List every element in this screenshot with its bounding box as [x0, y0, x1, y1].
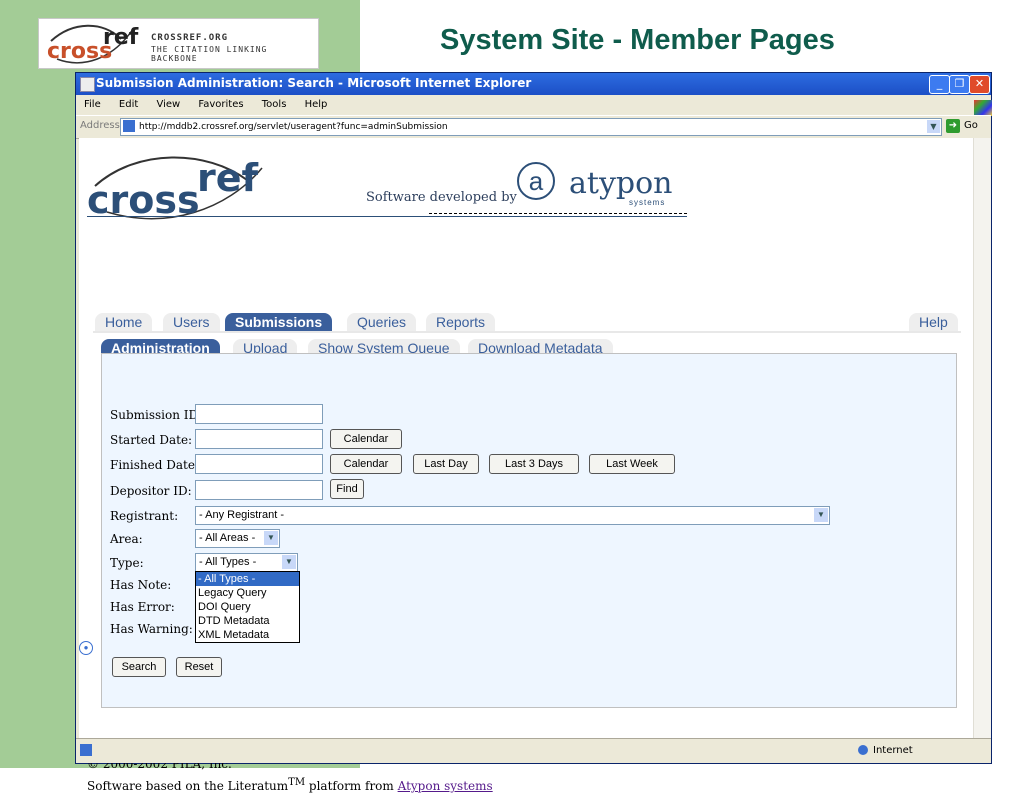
ie-window-icon: [80, 77, 95, 92]
type-value: - All Types -: [199, 556, 257, 568]
type-label: Type:: [110, 556, 144, 570]
search-button[interactable]: Search: [112, 657, 166, 677]
atypon-mark-icon: a: [517, 162, 555, 200]
last-3-days-button[interactable]: Last 3 Days: [489, 454, 579, 474]
started-date-input[interactable]: [195, 429, 323, 449]
depositor-id-input[interactable]: [195, 480, 323, 500]
ie-window: Submission Administration: Search - Micr…: [75, 72, 992, 793]
chevron-down-icon: ▼: [282, 555, 296, 569]
type-option-all[interactable]: - All Types -: [196, 572, 299, 586]
tab-help[interactable]: Help: [909, 313, 958, 331]
has-warning-label: Has Warning:: [110, 622, 193, 636]
tab-submissions[interactable]: Submissions: [225, 313, 333, 331]
submission-id-input[interactable]: [195, 404, 323, 424]
maximize-icon[interactable]: ❐: [949, 75, 970, 94]
atypon-text: atypon: [569, 166, 673, 201]
address-label: Address: [80, 120, 120, 131]
started-calendar-button[interactable]: Calendar: [330, 429, 402, 449]
depositor-id-label: Depositor ID:: [110, 484, 192, 498]
atypon-systems-text: systems: [629, 198, 666, 207]
menu-bar: File Edit View Favorites Tools Help: [76, 95, 992, 116]
chevron-down-icon: ▼: [814, 508, 828, 522]
finished-date-input[interactable]: [195, 454, 323, 474]
menu-file[interactable]: File: [84, 99, 101, 110]
brand-dot-line: [429, 213, 687, 214]
close-icon[interactable]: ✕: [969, 75, 990, 94]
type-option-xml-metadata[interactable]: XML Metadata: [196, 628, 299, 642]
go-label[interactable]: Go: [964, 120, 978, 131]
registrant-select[interactable]: - Any Registrant - ▼: [195, 506, 830, 525]
tab-queries[interactable]: Queries: [347, 313, 417, 331]
has-error-label: Has Error:: [110, 600, 175, 614]
type-option-dtd-metadata[interactable]: DTD Metadata: [196, 614, 299, 628]
nav-tab-rule: [93, 331, 961, 333]
type-option-legacy-query[interactable]: Legacy Query: [196, 586, 299, 600]
globe-icon: [858, 745, 868, 755]
status-bar: Internet: [76, 738, 991, 763]
find-button[interactable]: Find: [330, 479, 364, 499]
windows-flag-icon: [974, 100, 992, 116]
go-arrow-icon[interactable]: ➜: [946, 119, 960, 133]
last-day-button[interactable]: Last Day: [413, 454, 479, 474]
footer-software-line: Software based on the LiteratumTM platfo…: [87, 777, 493, 793]
address-bar: Address http://mddb2.crossref.org/servle…: [76, 115, 991, 139]
brand-ref-text: ref: [197, 156, 259, 200]
tab-reports[interactable]: Reports: [426, 313, 496, 331]
minimize-icon[interactable]: _: [929, 75, 950, 94]
footer-platform-from: platform from: [305, 779, 398, 793]
registrant-label: Registrant:: [110, 509, 179, 523]
footer-tm: TM: [288, 777, 306, 788]
window-titlebar: Submission Administration: Search - Micr…: [76, 73, 991, 95]
started-date-label: Started Date:: [110, 433, 193, 447]
footer-based-on: Software based on the Literatum: [87, 779, 289, 793]
logo-line2: THE CITATION LINKING BACKBONE: [151, 45, 268, 63]
address-dropdown-icon[interactable]: ▼: [927, 120, 940, 133]
crossref-slide-logo: cross ref CROSSREF.ORG THE CITATION LINK…: [38, 18, 319, 69]
menu-favorites[interactable]: Favorites: [198, 99, 243, 110]
last-week-button[interactable]: Last Week: [589, 454, 675, 474]
area-select[interactable]: - All Areas - ▼: [195, 529, 280, 548]
internet-zone-text: Internet: [873, 745, 913, 756]
tab-home[interactable]: Home: [95, 313, 153, 331]
page-icon: [123, 120, 135, 132]
has-note-label: Has Note:: [110, 578, 172, 592]
search-panel: Submission ID: Started Date: Calendar Fi…: [101, 353, 957, 708]
menu-help[interactable]: Help: [305, 99, 328, 110]
atypon-systems-link[interactable]: Atypon systems: [398, 779, 493, 793]
menu-edit[interactable]: Edit: [119, 99, 138, 110]
page-status-icon: [80, 744, 92, 756]
tab-users[interactable]: Users: [163, 313, 220, 331]
finished-calendar-button[interactable]: Calendar: [330, 454, 402, 474]
menu-view[interactable]: View: [156, 99, 180, 110]
logo-line1: CROSSREF.ORG: [151, 33, 229, 43]
type-dropdown-list: - All Types - Legacy Query DOI Query DTD…: [195, 571, 300, 643]
area-label: Area:: [110, 532, 143, 546]
window-title: Submission Administration: Search - Micr…: [96, 76, 532, 90]
vertical-scrollbar[interactable]: [973, 138, 991, 738]
area-value: - All Areas -: [199, 532, 256, 544]
logo-ref-text: ref: [103, 25, 139, 50]
type-option-doi-query[interactable]: DOI Query: [196, 600, 299, 614]
submission-id-label: Submission ID:: [110, 408, 203, 422]
finished-date-label: Finished Date:: [110, 458, 199, 472]
reset-button[interactable]: Reset: [176, 657, 222, 677]
address-input[interactable]: http://mddb2.crossref.org/servlet/userag…: [120, 118, 942, 136]
page-content: cross ref Software developed by a atypon…: [79, 138, 973, 793]
address-url: http://mddb2.crossref.org/servlet/userag…: [139, 122, 448, 132]
registrant-value: - Any Registrant -: [199, 509, 284, 521]
menu-tools[interactable]: Tools: [262, 99, 287, 110]
chevron-down-icon: ▼: [264, 531, 278, 545]
brand-underline: [87, 216, 687, 217]
type-select[interactable]: - All Types - ▼: [195, 553, 298, 572]
developed-by-text: Software developed by: [366, 190, 517, 205]
expand-arrow-icon[interactable]: ●: [79, 641, 93, 655]
slide-title: System Site - Member Pages: [440, 24, 835, 56]
